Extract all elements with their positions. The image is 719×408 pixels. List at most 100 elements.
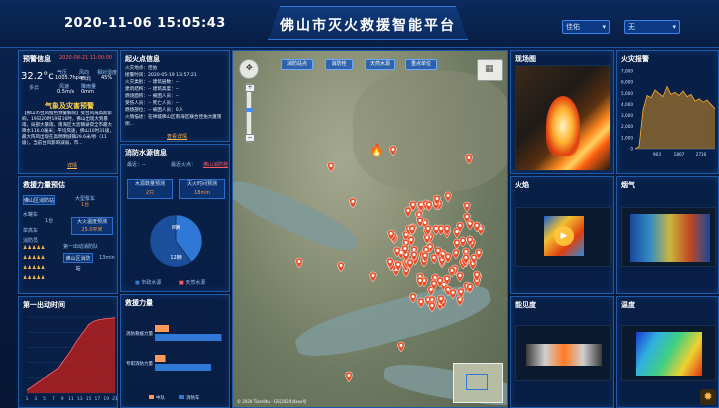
map-pin-dot — [446, 194, 450, 197]
map-pin-cluster — [456, 271, 464, 283]
forces-pump-value: 1台 — [81, 202, 90, 208]
map-pin-dot — [468, 222, 472, 225]
map-pin-dot — [423, 221, 427, 224]
map-pin-dot — [446, 288, 450, 291]
forecast-x-tick: 1807 — [674, 152, 685, 157]
water-count-label: 水源数量预测 — [134, 181, 165, 187]
map-pin-cluster — [444, 191, 452, 203]
map-pin-dot — [451, 291, 455, 294]
map-attribution: © 2020 Tianditu - GS(2020)4xxx号 — [237, 399, 307, 404]
map-pin-dot — [459, 290, 463, 293]
crew-figures-icon: ♟♟♟♟♟ — [23, 255, 46, 261]
map-pin-dot — [430, 304, 434, 307]
value-rainfall: 0mm — [81, 89, 94, 95]
cam-fire-feed[interactable]: ▶ — [515, 207, 611, 267]
map-pin-dot — [351, 200, 355, 203]
map-pin-dot — [406, 209, 410, 212]
cam-fire-panel: 火焰 ▶ — [510, 176, 614, 294]
water-count-box: 水源数量预测 2只 — [127, 179, 173, 199]
map-pin-dot — [427, 203, 431, 206]
site-select-value: 佳佑 — [566, 23, 580, 31]
map-pin-dot — [432, 256, 436, 259]
cam-temp-feed[interactable] — [621, 325, 716, 381]
map-pin-dot — [426, 227, 430, 230]
alert-text: 【佛山市台风橙色预警解除】受台风海高斯影响，19日20时19日16时，佛山出现大… — [22, 111, 114, 146]
map-pin-cluster — [449, 288, 457, 300]
map-pin-cluster — [463, 201, 471, 213]
value-pressure: 1005.7hpa — [55, 75, 82, 81]
pie-label-top: 8辆 — [172, 224, 180, 231]
extinguish-time-box: 灭火时间预测 18min — [179, 179, 225, 199]
gear-icon[interactable]: ✹ — [700, 389, 716, 405]
map-pin-dot — [438, 279, 442, 282]
forces-panel: 救援力量预估 佛山区消防站 大型泵车 1台 水罐车 1台 大火温度预测 25.0… — [18, 176, 118, 294]
map-pin-dot — [435, 197, 439, 200]
map-view[interactable]: 消防站点 消防栓 天然水源 重点单位 ✥ + − ▦ 🔥 © 2020 Tian… — [232, 50, 508, 408]
map-pin-dot — [455, 241, 459, 244]
forecast-title: 火灾报警 — [621, 55, 649, 63]
temp-heatmap — [636, 332, 702, 376]
site-select[interactable]: 佳佑 ▾ — [562, 20, 610, 34]
forecast-x-tick: 2710 — [696, 152, 707, 157]
forecast-y-tick: 5,000 — [621, 91, 633, 96]
forecast-x-tick: 903 — [653, 152, 661, 157]
arrival-x-tick: 11 — [68, 396, 74, 402]
fire-title: 起火点信息 — [125, 55, 160, 63]
scene-panel: 现场图 — [510, 50, 614, 174]
arrival-x-tick: 9 — [61, 396, 64, 402]
crew-figures-icon: ♟♟♟♟♟ — [23, 245, 46, 251]
map-pin-dot — [412, 253, 416, 256]
rescue-category: 消防救援力量 — [126, 330, 153, 337]
fire-more-link[interactable]: 查看详情 — [167, 133, 187, 140]
map-pin-dot — [339, 264, 343, 267]
forces-station[interactable]: 佛山区消防站 — [23, 195, 55, 205]
map-pin-dot — [419, 300, 423, 303]
water-panel: 消防水源信息 最近：-- 最近火点： 佛山消防栓 水源数量预测 2只 灭火时间预… — [120, 144, 230, 292]
map-pin-dot — [418, 279, 422, 282]
map-pin-dot — [412, 248, 416, 251]
play-icon[interactable]: ▶ — [554, 226, 574, 246]
map-pin-dot — [408, 261, 412, 264]
cam-visibility-feed[interactable] — [515, 325, 611, 381]
weather-condition: 多云 — [29, 85, 40, 91]
first-team-label: 第一出动消防队 — [63, 244, 99, 250]
map-pin-dot — [442, 283, 446, 286]
map-pin-dot — [404, 241, 408, 244]
filter-select[interactable]: 无 ▾ — [624, 20, 680, 34]
map-pin-cluster — [409, 292, 417, 304]
map-pin-dot — [410, 227, 414, 230]
map-pin-dot — [403, 247, 407, 250]
scene-photo[interactable] — [515, 65, 611, 171]
cam-smoke-feed[interactable] — [621, 207, 716, 267]
map-pin-cluster — [437, 224, 445, 236]
map-pin-dot — [441, 252, 445, 255]
arrival-chart: 1 3 5 7 9 11 13 15 17 19 21 — [26, 316, 118, 402]
water-near-link[interactable]: 佛山消防栓 — [203, 161, 228, 168]
map-pin-dot — [475, 273, 479, 276]
map-pin-cluster — [404, 206, 412, 218]
map-pin-dot — [468, 238, 472, 241]
alert-more-link[interactable]: 详情 — [67, 162, 77, 169]
legend-truck-label: 消防车 — [186, 394, 200, 401]
water-title: 消防水源信息 — [125, 149, 167, 157]
map-pin-dot — [395, 249, 399, 252]
fire-row: 火灾类别：-- 建筑层数：-- — [125, 80, 180, 85]
forecast-y-tick: 2,000 — [621, 124, 633, 129]
map-pin-dot — [464, 250, 468, 253]
fire-row: 接警时间：2020-05-19 13:57:21 — [125, 73, 197, 78]
map-pin-cluster — [428, 301, 436, 313]
map-pin-dot — [297, 260, 301, 263]
first-team-station[interactable]: 佛山区消防站 — [63, 253, 93, 272]
dashboard: 2020-11-06 15:05:43 佛山市灭火救援智能平台 佳佑 ▾ 无 ▾… — [0, 0, 719, 408]
map-pin-dot — [434, 227, 438, 230]
map-pin-cluster — [430, 253, 438, 265]
forecast-y-tick: 7,000 — [621, 69, 633, 74]
rescue-category: 专职消防力量 — [126, 360, 153, 367]
alert-title: 气象及灾害预警 — [45, 102, 94, 110]
map-pin-dot — [458, 298, 462, 301]
value-wind-speed: 0.5m/s — [57, 89, 75, 95]
warning-panel: 预警信息 2020-08-21 11:00:00 32.2°c 多云 气压 风向… — [18, 50, 118, 174]
minimap[interactable] — [453, 363, 503, 403]
arrival-x-tick: 5 — [43, 396, 46, 402]
arrival-x-tick: 19 — [103, 396, 109, 402]
